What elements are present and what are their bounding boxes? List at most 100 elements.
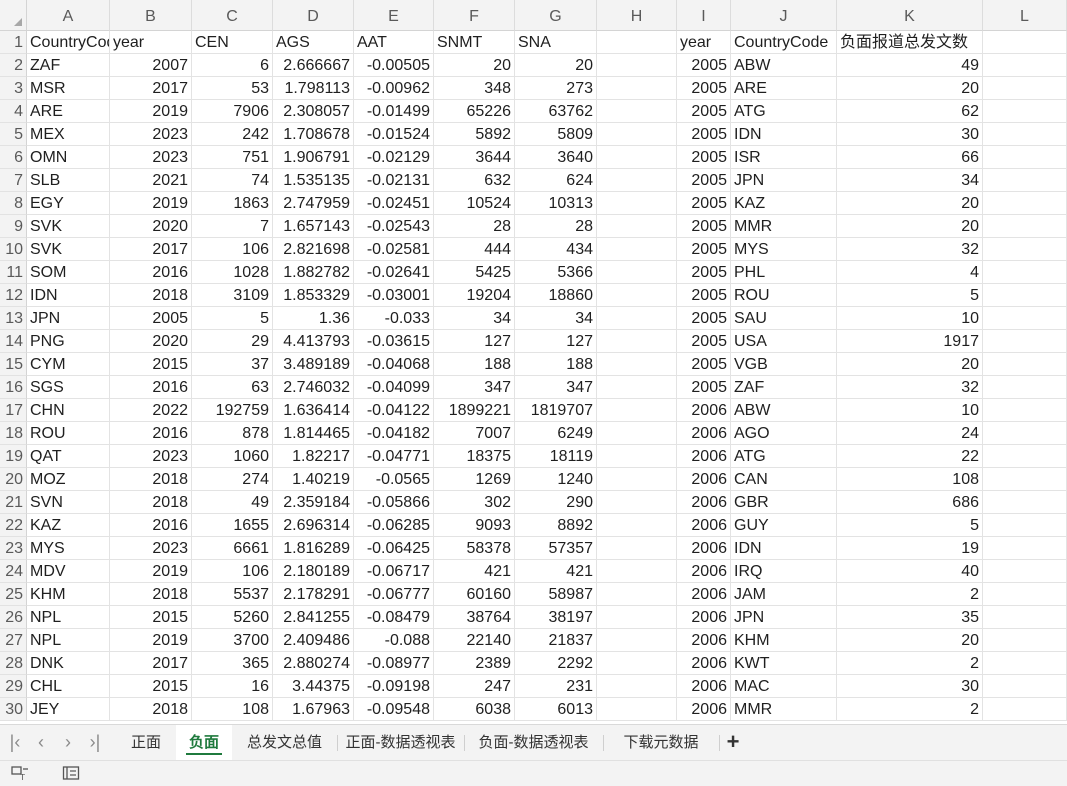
cell-l22[interactable] bbox=[983, 514, 1067, 537]
cell-i18[interactable]: 2006 bbox=[677, 422, 731, 445]
row-header-15[interactable]: 15 bbox=[0, 353, 27, 376]
cell-k13[interactable]: 10 bbox=[837, 307, 983, 330]
cell-h5[interactable] bbox=[597, 123, 677, 146]
cell-j14[interactable]: USA bbox=[731, 330, 837, 353]
cell-c4[interactable]: 7906 bbox=[192, 100, 273, 123]
cell-d27[interactable]: 2.409486 bbox=[273, 629, 354, 652]
cell-f17[interactable]: 1899221 bbox=[434, 399, 515, 422]
cell-l3[interactable] bbox=[983, 77, 1067, 100]
cell-d9[interactable]: 1.657143 bbox=[273, 215, 354, 238]
cell-h10[interactable] bbox=[597, 238, 677, 261]
cell-g9[interactable]: 28 bbox=[515, 215, 597, 238]
cell-b28[interactable]: 2017 bbox=[110, 652, 192, 675]
row-header-8[interactable]: 8 bbox=[0, 192, 27, 215]
row-header-16[interactable]: 16 bbox=[0, 376, 27, 399]
cell-f11[interactable]: 5425 bbox=[434, 261, 515, 284]
cell-b13[interactable]: 2005 bbox=[110, 307, 192, 330]
cell-d5[interactable]: 1.708678 bbox=[273, 123, 354, 146]
cell-f15[interactable]: 188 bbox=[434, 353, 515, 376]
cell-a2[interactable]: ZAF bbox=[27, 54, 110, 77]
cell-b23[interactable]: 2023 bbox=[110, 537, 192, 560]
cell-i10[interactable]: 2005 bbox=[677, 238, 731, 261]
cell-f9[interactable]: 28 bbox=[434, 215, 515, 238]
cell-c16[interactable]: 63 bbox=[192, 376, 273, 399]
cell-b29[interactable]: 2015 bbox=[110, 675, 192, 698]
column-header-a[interactable]: A bbox=[27, 0, 110, 31]
cell-a6[interactable]: OMN bbox=[27, 146, 110, 169]
cell-h18[interactable] bbox=[597, 422, 677, 445]
cell-j24[interactable]: IRQ bbox=[731, 560, 837, 583]
cell-j17[interactable]: ABW bbox=[731, 399, 837, 422]
cell-c29[interactable]: 16 bbox=[192, 675, 273, 698]
cell-e26[interactable]: -0.08479 bbox=[354, 606, 434, 629]
cell-l2[interactable] bbox=[983, 54, 1067, 77]
cell-f10[interactable]: 444 bbox=[434, 238, 515, 261]
cell-l26[interactable] bbox=[983, 606, 1067, 629]
cell-g3[interactable]: 273 bbox=[515, 77, 597, 100]
cell-g30[interactable]: 6013 bbox=[515, 698, 597, 721]
cell-d6[interactable]: 1.906791 bbox=[273, 146, 354, 169]
cell-j18[interactable]: AGO bbox=[731, 422, 837, 445]
cell-c30[interactable]: 108 bbox=[192, 698, 273, 721]
column-header-j[interactable]: J bbox=[731, 0, 837, 31]
cell-j6[interactable]: ISR bbox=[731, 146, 837, 169]
cell-l21[interactable] bbox=[983, 491, 1067, 514]
cell-b18[interactable]: 2016 bbox=[110, 422, 192, 445]
cell-b7[interactable]: 2021 bbox=[110, 169, 192, 192]
cell-e10[interactable]: -0.02581 bbox=[354, 238, 434, 261]
cell-d30[interactable]: 1.67963 bbox=[273, 698, 354, 721]
cell-k22[interactable]: 5 bbox=[837, 514, 983, 537]
cell-d26[interactable]: 2.841255 bbox=[273, 606, 354, 629]
cell-k3[interactable]: 20 bbox=[837, 77, 983, 100]
column-title-f[interactable]: SNMT bbox=[434, 31, 515, 54]
cell-f30[interactable]: 6038 bbox=[434, 698, 515, 721]
cell-a17[interactable]: CHN bbox=[27, 399, 110, 422]
column-title-i[interactable]: year bbox=[677, 31, 731, 54]
cell-i3[interactable]: 2005 bbox=[677, 77, 731, 100]
cell-h21[interactable] bbox=[597, 491, 677, 514]
cell-f28[interactable]: 2389 bbox=[434, 652, 515, 675]
cell-a30[interactable]: JEY bbox=[27, 698, 110, 721]
cell-k6[interactable]: 66 bbox=[837, 146, 983, 169]
cell-f8[interactable]: 10524 bbox=[434, 192, 515, 215]
row-header-28[interactable]: 28 bbox=[0, 652, 27, 675]
cell-h23[interactable] bbox=[597, 537, 677, 560]
cell-i23[interactable]: 2006 bbox=[677, 537, 731, 560]
cell-e29[interactable]: -0.09198 bbox=[354, 675, 434, 698]
column-title-b[interactable]: year bbox=[110, 31, 192, 54]
select-all-corner[interactable] bbox=[0, 0, 27, 31]
cell-f20[interactable]: 1269 bbox=[434, 468, 515, 491]
tab-sheet-4[interactable]: 正面-数据透视表 bbox=[337, 725, 464, 760]
cell-c14[interactable]: 29 bbox=[192, 330, 273, 353]
cell-a8[interactable]: EGY bbox=[27, 192, 110, 215]
row-header-27[interactable]: 27 bbox=[0, 629, 27, 652]
cell-g22[interactable]: 8892 bbox=[515, 514, 597, 537]
cell-b10[interactable]: 2017 bbox=[110, 238, 192, 261]
cell-g28[interactable]: 2292 bbox=[515, 652, 597, 675]
cell-i28[interactable]: 2006 bbox=[677, 652, 731, 675]
cell-h27[interactable] bbox=[597, 629, 677, 652]
cell-l27[interactable] bbox=[983, 629, 1067, 652]
cell-l23[interactable] bbox=[983, 537, 1067, 560]
cell-g10[interactable]: 434 bbox=[515, 238, 597, 261]
cell-f12[interactable]: 19204 bbox=[434, 284, 515, 307]
cell-j25[interactable]: JAM bbox=[731, 583, 837, 606]
row-header-24[interactable]: 24 bbox=[0, 560, 27, 583]
cell-j27[interactable]: KHM bbox=[731, 629, 837, 652]
cell-g24[interactable]: 421 bbox=[515, 560, 597, 583]
cell-h7[interactable] bbox=[597, 169, 677, 192]
cell-j16[interactable]: ZAF bbox=[731, 376, 837, 399]
cell-d17[interactable]: 1.636414 bbox=[273, 399, 354, 422]
cell-b4[interactable]: 2019 bbox=[110, 100, 192, 123]
cell-f21[interactable]: 302 bbox=[434, 491, 515, 514]
cell-k23[interactable]: 19 bbox=[837, 537, 983, 560]
cell-h17[interactable] bbox=[597, 399, 677, 422]
cell-c5[interactable]: 242 bbox=[192, 123, 273, 146]
column-header-i[interactable]: I bbox=[677, 0, 731, 31]
cell-f6[interactable]: 3644 bbox=[434, 146, 515, 169]
cell-i15[interactable]: 2005 bbox=[677, 353, 731, 376]
cell-a28[interactable]: DNK bbox=[27, 652, 110, 675]
cell-h8[interactable] bbox=[597, 192, 677, 215]
tab-sheet-5[interactable]: 负面-数据透视表 bbox=[464, 725, 603, 760]
cell-h4[interactable] bbox=[597, 100, 677, 123]
